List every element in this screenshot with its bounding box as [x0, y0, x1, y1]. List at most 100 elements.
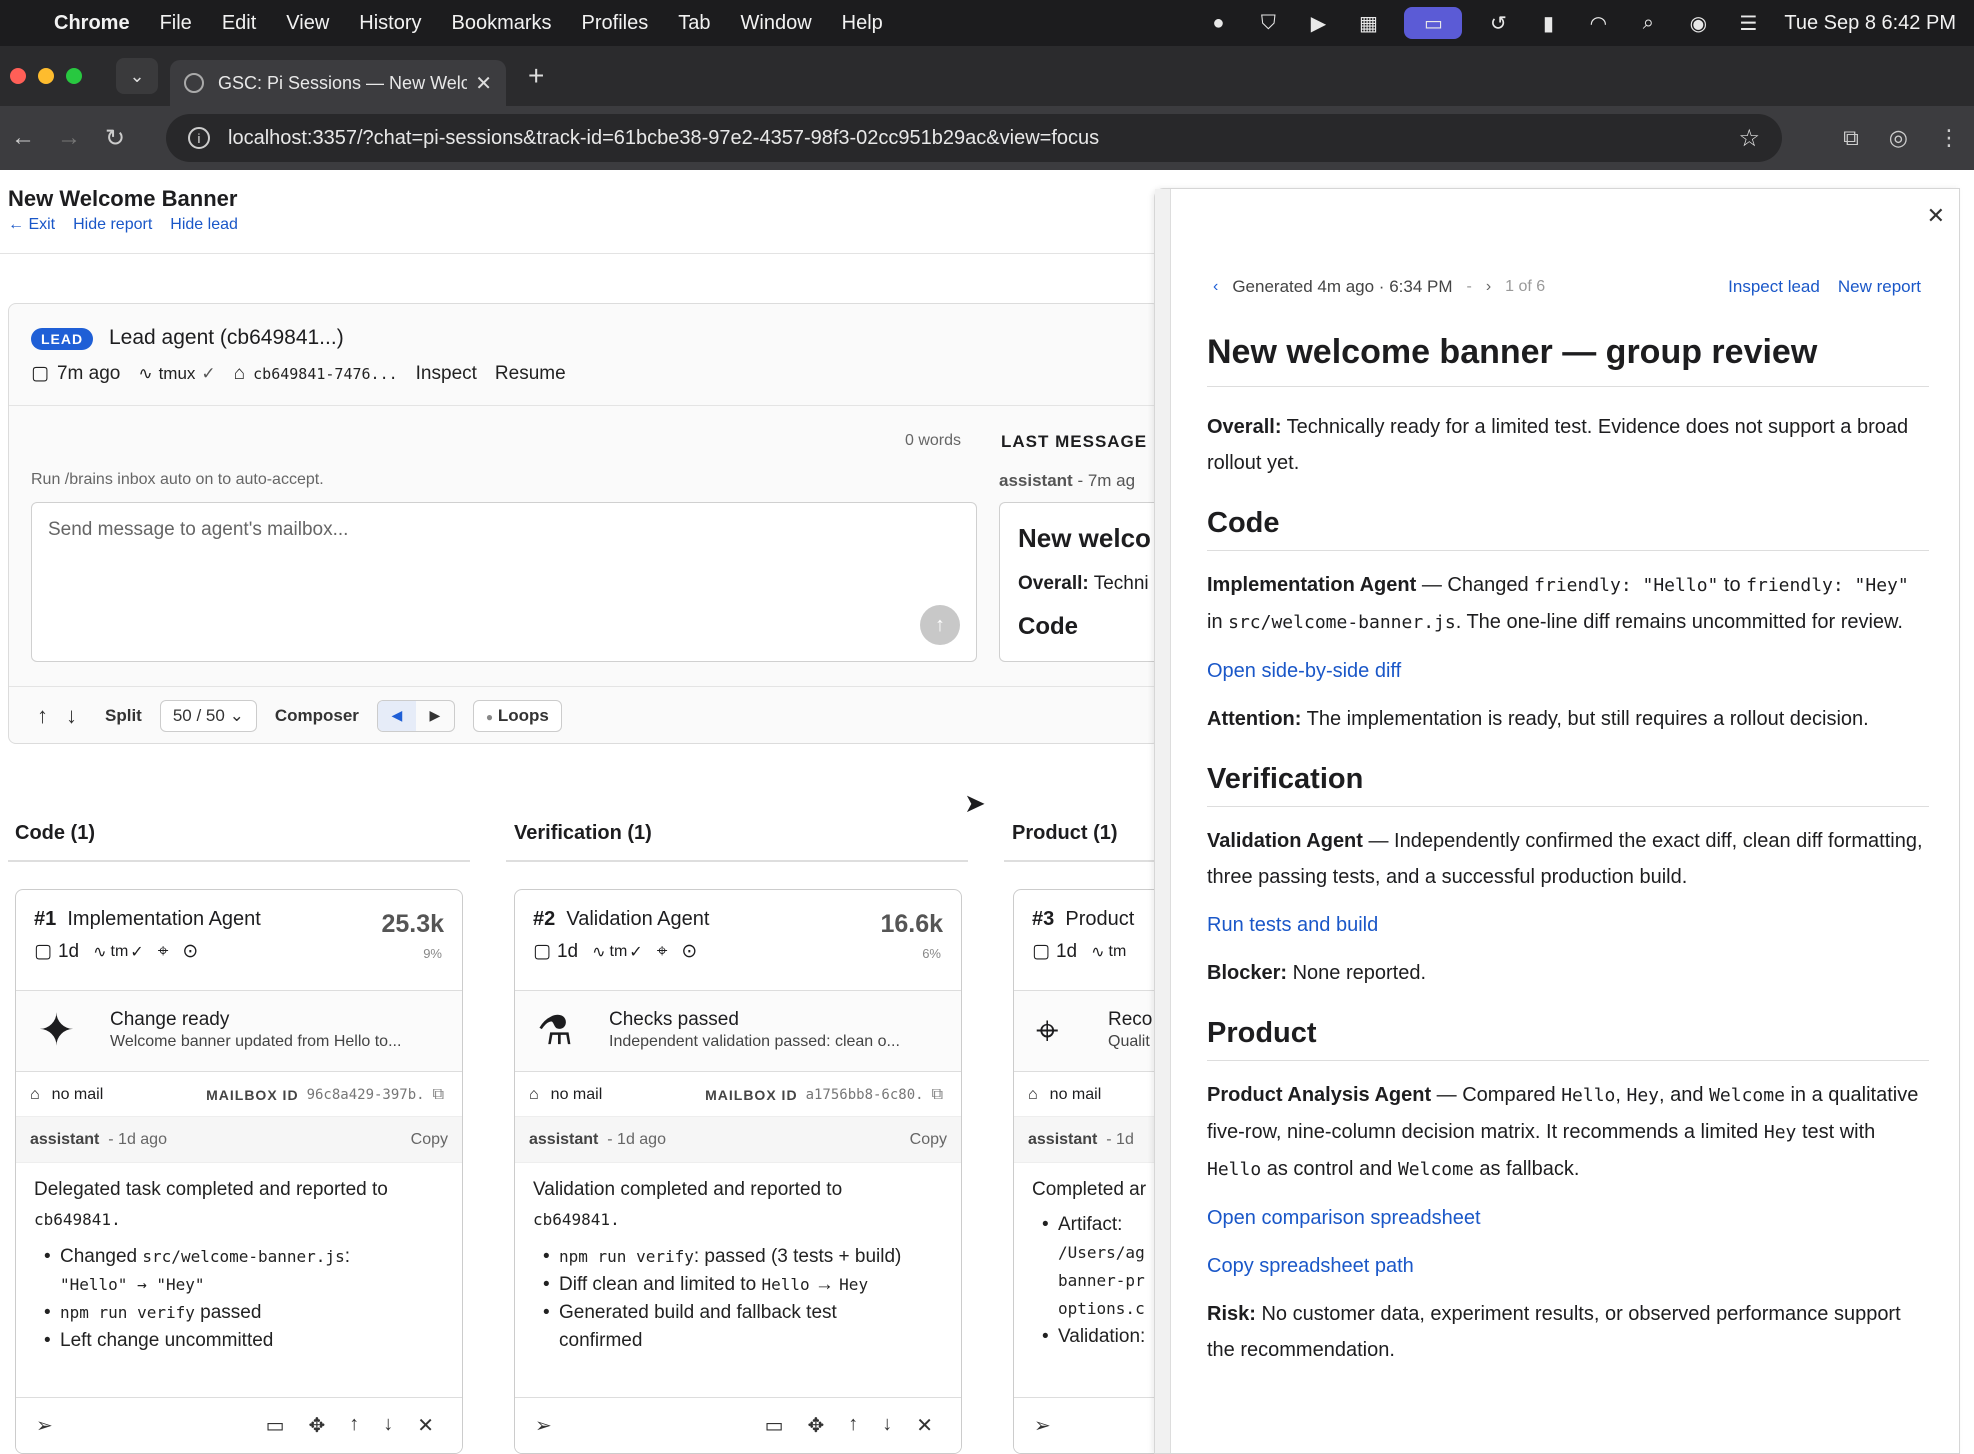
lead-controls: ↑ ↓ Split 50 / 50 ⌄ Composer ◀ ▶ ● Loops	[9, 686, 1161, 744]
extensions-puzzle-icon[interactable]: ⧉	[1843, 125, 1859, 151]
menu-tab[interactable]: Tab	[678, 12, 710, 35]
address-url[interactable]: localhost:3357/?chat=pi-sessions&track-i…	[228, 127, 1099, 150]
send-arrow-icon[interactable]: ↑	[920, 605, 960, 645]
mail-row: ⌂ no mail MAILBOX ID 96c8a429-397b... ⧉	[16, 1073, 462, 1117]
copy-icon[interactable]: ⧉	[932, 1086, 943, 1104]
browser-tab-active[interactable]: GSC: Pi Sessions — New Welc ✕	[170, 60, 506, 106]
send-icon[interactable]: ➢	[1034, 1413, 1051, 1438]
back-arrow-icon[interactable]: ←	[0, 124, 46, 152]
loops-label: Loops	[497, 705, 549, 725]
dot-icon[interactable]: ●	[1204, 11, 1232, 35]
close-icon[interactable]: ✕	[417, 1413, 434, 1438]
open-diff-link[interactable]: Open side-by-side diff	[1207, 660, 1401, 682]
close-icon[interactable]: ✕	[916, 1413, 933, 1438]
previous-report-icon[interactable]: ‹	[1213, 278, 1218, 296]
product-text: as control and	[1261, 1158, 1398, 1180]
tab-search-chevron-icon[interactable]: ⌄	[116, 58, 158, 94]
copy-icon[interactable]: ⧉	[433, 1086, 444, 1104]
menubar-clock[interactable]: Tue Sep 8 6:42 PM	[1784, 12, 1956, 35]
arrow-down-icon[interactable]: ↓	[66, 703, 77, 729]
menu-window[interactable]: Window	[741, 12, 812, 35]
play-circle-icon[interactable]: ⊙	[681, 940, 697, 963]
siri-icon[interactable]: ◉	[1684, 11, 1712, 35]
telescope-icon[interactable]: ⌖	[657, 941, 668, 963]
report-generated: Generated 4m ago · 6:34 PM	[1232, 277, 1453, 296]
menu-file[interactable]: File	[160, 12, 192, 35]
reload-icon[interactable]: ↻	[92, 124, 138, 153]
composer-label: Composer	[274, 705, 359, 725]
close-report-icon[interactable]: ✕	[1927, 203, 1945, 229]
hide-lead-link[interactable]: Hide lead	[170, 216, 238, 234]
arrow-down-icon[interactable]: ↓	[383, 1413, 393, 1438]
inspect-lead-link[interactable]: Inspect lead	[1728, 277, 1820, 297]
run-tests-link[interactable]: Run tests and build	[1207, 914, 1378, 936]
composer-toggle: ◀ ▶	[376, 699, 455, 732]
wifi-icon[interactable]: ◠	[1584, 11, 1612, 35]
composer-left-icon[interactable]: ◀	[377, 700, 416, 731]
shield-icon[interactable]: ⛉	[1254, 11, 1282, 35]
menu-bookmarks[interactable]: Bookmarks	[452, 12, 552, 35]
inspect-button[interactable]: Inspect	[416, 363, 477, 385]
arrow-down-icon[interactable]: ↓	[882, 1413, 892, 1438]
send-icon[interactable]: ➢	[535, 1413, 552, 1438]
move-icon[interactable]: ✥	[308, 1413, 325, 1438]
check-icon: ✓	[201, 363, 216, 383]
zoom-window-button[interactable]	[66, 68, 82, 84]
loops-button[interactable]: ● Loops	[472, 699, 562, 732]
menu-view[interactable]: View	[286, 12, 329, 35]
search-icon[interactable]: ⌕	[1634, 11, 1662, 35]
move-icon[interactable]: ✥	[807, 1413, 824, 1438]
menu-app-name[interactable]: Chrome	[54, 12, 130, 35]
open-spreadsheet-link[interactable]: Open comparison spreadsheet	[1207, 1207, 1481, 1229]
code-paragraph: Implementation Agent — Changed friendly:…	[1207, 567, 1929, 641]
telescope-icon[interactable]: ⌖	[158, 941, 169, 963]
battery-icon[interactable]: ▮	[1534, 11, 1562, 35]
next-report-icon[interactable]: ›	[1486, 278, 1491, 296]
send-icon[interactable]: ➢	[36, 1413, 53, 1438]
close-window-button[interactable]	[10, 68, 26, 84]
arrow-up-icon[interactable]: ↑	[848, 1413, 858, 1438]
panel-icon[interactable]: ▭	[266, 1413, 285, 1438]
agent-number: #2	[533, 908, 556, 930]
more-menu-icon[interactable]: ⋮	[1938, 125, 1960, 151]
copy-message-button[interactable]: Copy	[910, 1131, 947, 1149]
menu-help[interactable]: Help	[842, 12, 883, 35]
list-item: npm run verify passed	[44, 1299, 444, 1327]
browser-tab-bar: ⌄ GSC: Pi Sessions — New Welc ✕ +	[0, 46, 1974, 106]
exit-link[interactable]: ← Exit	[8, 216, 55, 234]
hide-report-link[interactable]: Hide report	[73, 216, 152, 234]
arrow-up-icon[interactable]: ↑	[349, 1413, 359, 1438]
keyboard-icon[interactable]: ▦	[1354, 11, 1382, 35]
copy-spreadsheet-path-link[interactable]: Copy spreadsheet path	[1207, 1255, 1414, 1277]
minimize-window-button[interactable]	[38, 68, 54, 84]
agent-title: #1 Implementation Agent	[34, 908, 261, 931]
close-tab-icon[interactable]: ✕	[475, 71, 492, 96]
composer-right-icon[interactable]: ▶	[416, 701, 454, 731]
resume-button[interactable]: Resume	[495, 363, 566, 385]
play-circle-icon[interactable]: ⊙	[182, 940, 198, 963]
address-bar[interactable]: i localhost:3357/?chat=pi-sessions&track…	[166, 114, 1782, 162]
control-center-icon[interactable]: ☰	[1734, 11, 1762, 35]
new-tab-plus-icon[interactable]: +	[528, 60, 544, 92]
forward-arrow-icon[interactable]: →	[46, 124, 92, 152]
menu-history[interactable]: History	[359, 12, 421, 35]
bookmark-star-icon[interactable]: ☆	[1738, 124, 1760, 153]
panel-icon[interactable]: ▭	[765, 1413, 784, 1438]
profile-avatar-icon[interactable]: ◎	[1889, 125, 1908, 151]
site-info-icon[interactable]: i	[188, 127, 210, 149]
flask-icon: ⚗	[537, 1009, 573, 1053]
menu-profiles[interactable]: Profiles	[582, 12, 649, 35]
bullet-text: Generated build and fallback test	[559, 1302, 837, 1323]
arrow-up-icon[interactable]: ↑	[37, 703, 48, 729]
comment-icon: ▢	[533, 941, 551, 962]
menu-edit[interactable]: Edit	[222, 12, 256, 35]
lead-agent-meta: ▢ 7m ago ∿ tmux ✓ ⌂ cb649841-7476... Ins…	[31, 362, 566, 385]
screen-mirror-icon[interactable]: ▭	[1404, 7, 1463, 39]
split-select[interactable]: 50 / 50 ⌄	[159, 699, 257, 732]
new-report-link[interactable]: New report	[1838, 277, 1921, 297]
play-circle-icon[interactable]: ▶	[1304, 11, 1332, 35]
copy-message-button[interactable]: Copy	[411, 1131, 448, 1149]
mailbox-message-input[interactable]: Send message to agent's mailbox... ↑	[31, 502, 977, 662]
time-machine-icon[interactable]: ↺	[1484, 11, 1512, 35]
bullet-code: /Users/ag	[1058, 1243, 1145, 1262]
